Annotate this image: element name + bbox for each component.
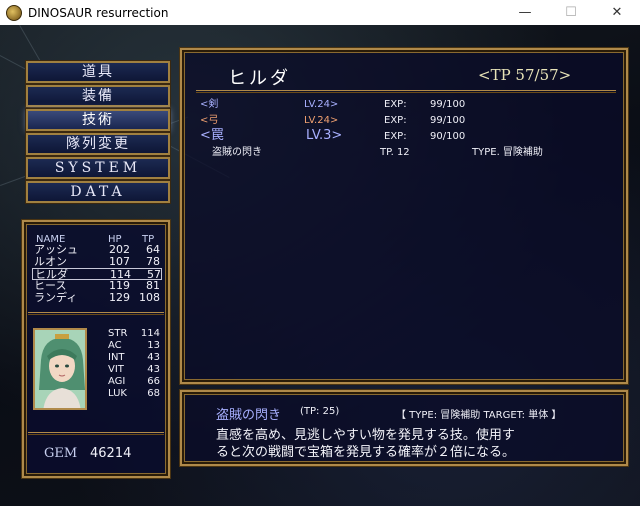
skill-entry-row[interactable]: 盗賊の閃き TP. 12 TYPE. 冒険補助 bbox=[200, 146, 580, 160]
skill-exp: 99/100 bbox=[430, 99, 466, 110]
stat-value: 13 bbox=[147, 340, 160, 351]
minimize-button[interactable]: — bbox=[502, 0, 548, 25]
skill-exp: 99/100 bbox=[430, 115, 466, 126]
description-type-target: 【 TYPE: 冒険補助 TARGET: 単体 】 bbox=[396, 410, 562, 421]
party-member-row[interactable]: ランディ 129 108 bbox=[32, 292, 162, 304]
skill-category: <罠 bbox=[200, 128, 224, 143]
menu-item-equip[interactable]: 装備 bbox=[25, 84, 171, 108]
skill-tp: TP. 12 bbox=[380, 147, 410, 158]
portrait-image bbox=[35, 330, 85, 408]
skill-level: LV.3> bbox=[306, 128, 343, 143]
stat-label: INT bbox=[108, 352, 125, 363]
stat-value: 66 bbox=[147, 376, 160, 387]
skill-category: <剣 bbox=[200, 99, 219, 110]
stat-label: AC bbox=[108, 340, 122, 351]
window-title: DINOSAUR resurrection bbox=[28, 5, 169, 20]
member-hp: 107 bbox=[109, 255, 130, 268]
skill-category-row[interactable]: <弓 LV.24> EXP: 99/100 bbox=[200, 114, 580, 128]
skill-category-row[interactable]: <罠 LV.3> EXP: 90/100 bbox=[200, 128, 580, 144]
stat-value: 43 bbox=[147, 352, 160, 363]
menu-item-data[interactable]: DATA bbox=[25, 180, 171, 204]
skill-exp-label: EXP: bbox=[384, 131, 407, 142]
description-line-2: ると次の戦闘で宝箱を発見する確率が２倍になる。 bbox=[216, 445, 516, 460]
menu-item-formation[interactable]: 隊列変更 bbox=[25, 132, 171, 156]
stat-label: VIT bbox=[108, 364, 124, 375]
skill-category: <弓 bbox=[200, 115, 219, 126]
character-portrait bbox=[33, 328, 87, 410]
stat-label: STR bbox=[108, 328, 128, 339]
member-tp: 108 bbox=[139, 291, 160, 304]
skill-type: TYPE. 冒険補助 bbox=[472, 147, 543, 158]
menu-item-system[interactable]: SYSTEM bbox=[25, 156, 171, 180]
menu-item-skills[interactable]: 技術 bbox=[25, 108, 171, 132]
stat-value: 68 bbox=[147, 388, 160, 399]
skill-exp-label: EXP: bbox=[384, 115, 407, 126]
window-controls: — ☐ ✕ bbox=[502, 0, 640, 25]
skill-level: LV.24> bbox=[304, 115, 339, 126]
skill-level: LV.24> bbox=[304, 99, 339, 110]
description-skill-name: 盗賊の閃き bbox=[216, 408, 282, 423]
character-tp: <TP 57/57> bbox=[478, 66, 572, 84]
stat-value: 43 bbox=[147, 364, 160, 375]
menu-item-items[interactable]: 道具 bbox=[25, 60, 171, 84]
skill-category-row[interactable]: <剣 LV.24> EXP: 99/100 bbox=[200, 98, 580, 112]
party-divider bbox=[28, 312, 164, 315]
skill-exp: 90/100 bbox=[430, 131, 466, 142]
gem-label: GEM bbox=[44, 446, 78, 461]
character-name: ヒルダ bbox=[228, 68, 291, 89]
description-tp: (TP: 25) bbox=[300, 406, 340, 417]
window-titlebar: DINOSAUR resurrection — ☐ ✕ bbox=[0, 0, 640, 25]
stat-value: 114 bbox=[140, 328, 160, 339]
skill-name: 盗賊の閃き bbox=[212, 147, 262, 158]
stat-label: AGI bbox=[108, 376, 126, 387]
member-name: ランディ bbox=[34, 291, 78, 304]
maximize-button[interactable]: ☐ bbox=[548, 0, 594, 25]
gem-value: 46214 bbox=[90, 446, 132, 461]
member-hp: 129 bbox=[109, 291, 130, 304]
skill-panel-divider bbox=[196, 90, 616, 93]
stat-label: LUK bbox=[108, 388, 127, 399]
member-name: ルオン bbox=[34, 255, 67, 268]
party-member-row[interactable]: ルオン 107 78 bbox=[32, 256, 162, 268]
skill-exp-label: EXP: bbox=[384, 99, 407, 110]
close-button[interactable]: ✕ bbox=[594, 0, 640, 25]
member-tp: 78 bbox=[146, 255, 160, 268]
description-line-1: 直感を高め、見逃しやすい物を発見する技。使用す bbox=[216, 428, 515, 443]
gem-divider bbox=[28, 432, 164, 435]
app-logo-icon bbox=[6, 4, 22, 21]
